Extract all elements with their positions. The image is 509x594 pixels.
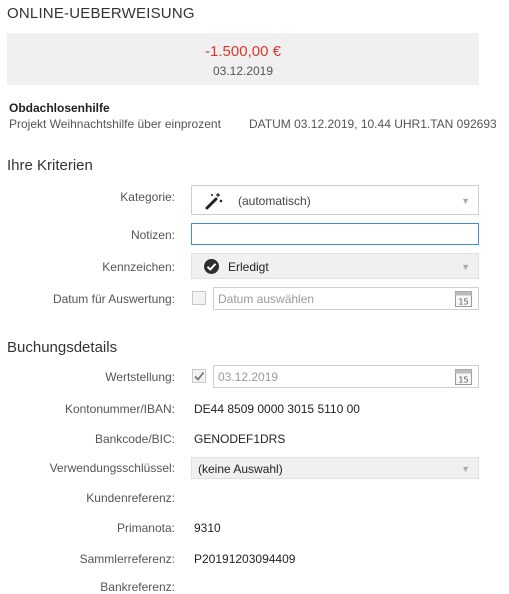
iban-value: DE44 8509 0000 3015 5110 00 [194,402,360,416]
chevron-down-icon: ▼ [461,196,470,206]
reference-text: DATUM 03.12.2019, 10.44 UHR1.TAN 092693 [249,117,497,131]
primanota-label: Primanota: [116,521,175,535]
notes-label: Notizen: [130,228,175,242]
collective-ref-value: P20191203094409 [194,552,296,566]
collective-ref-label: Sammlerreferenz: [79,552,175,566]
bic-value: GENODEF1DRS [194,432,286,446]
eval-date-label: Datum für Auswertung: [52,292,175,306]
primanota-value: 9310 [194,521,221,535]
svg-text:15: 15 [458,298,468,307]
category-select[interactable]: (automatisch) ▼ [191,185,479,215]
bic-label: Bankcode/BIC: [94,432,175,446]
criteria-heading: Ihre Kriterien [7,157,93,174]
value-date-checkbox[interactable] [192,369,206,383]
iban-label: Kontonummer/IBAN: [64,402,175,416]
booking-date: 03.12.2019 [212,64,274,78]
page-title: ONLINE-UEBERWEISUNG [7,5,195,22]
category-value: (automatisch) [238,194,311,208]
chevron-down-icon: ▼ [461,464,470,474]
value-date-value: 03.12.2019 [218,370,279,384]
checkmark-circle-icon [204,259,219,274]
key-label: Verwendungsschlüssel: [49,461,175,475]
flag-select[interactable]: Erledigt ▼ [191,253,479,279]
eval-date-checkbox[interactable] [192,291,206,305]
flag-value: Erledigt [228,260,269,274]
key-select[interactable]: (keine Auswahl) ▼ [191,457,479,479]
payee-name: Obdachlosenhilfe [9,101,110,115]
value-date-input[interactable]: 03.12.2019 15 [213,365,479,388]
customer-ref-label: Kundenreferenz: [86,491,175,505]
eval-date-input[interactable]: Datum auswählen 15 [213,287,479,310]
amount: -1.500,00 € [205,43,281,60]
calendar-icon[interactable]: 15 [455,290,472,307]
bank-ref-label: Bankreferenz: [100,580,175,594]
calendar-icon[interactable]: 15 [455,368,472,385]
magic-wand-icon [205,193,223,210]
value-date-label: Wertstellung: [105,370,175,384]
purpose-text: Projekt Weihnachtshilfe über einprozent [9,117,221,131]
notes-input[interactable] [191,223,479,245]
key-value: (keine Auswahl) [198,462,283,476]
flag-label: Kennzeichen: [102,260,175,274]
category-label: Kategorie: [120,190,175,204]
amount-summary: -1.500,00 € 03.12.2019 [7,33,479,85]
svg-text:15: 15 [458,376,468,385]
eval-date-placeholder: Datum auswählen [218,292,315,306]
chevron-down-icon: ▼ [461,262,470,272]
booking-details-heading: Buchungsdetails [7,339,118,356]
